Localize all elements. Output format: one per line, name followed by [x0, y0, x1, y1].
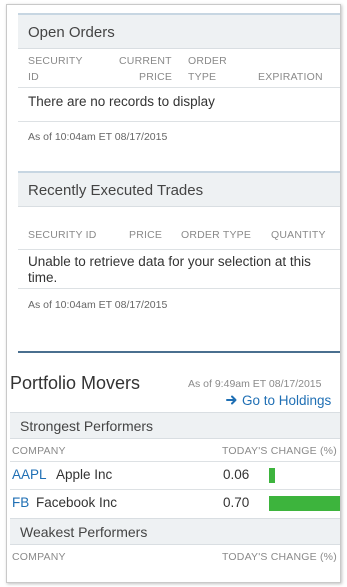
error-line-1: Unable to retrieve data for your selecti… [28, 254, 311, 269]
open-orders-title: Open Orders [18, 13, 340, 49]
table-row[interactable]: AAPL Apple Inc 0.06 [10, 462, 340, 489]
company-name: Facebook Inc [36, 495, 118, 510]
col-todays-change: TODAY'S CHANGE (%) [222, 551, 337, 563]
col-order-type: ORDER TYPE [181, 229, 252, 241]
company-name: Apple Inc [56, 467, 113, 482]
portfolio-movers-as-of: As of 9:49am ET 08/17/2015 [188, 378, 322, 390]
change-value: 0.06 [223, 467, 250, 482]
portfolio-movers-title: Portfolio Movers [10, 373, 141, 393]
col-id: ID [28, 71, 39, 83]
col-security: SECURITY [28, 55, 83, 67]
col-company: COMPANY [12, 445, 66, 457]
arrow-right-icon [226, 395, 237, 405]
go-to-holdings-label: Go to Holdings [242, 393, 332, 408]
recent-trades-title: Recently Executed Trades [18, 171, 340, 207]
col-todays-change: TODAY'S CHANGE (%) [222, 445, 337, 457]
col-expiration: EXPIRATION [258, 71, 323, 83]
error-line-2: time. [28, 270, 58, 285]
ticker-link[interactable]: AAPL [12, 467, 47, 482]
col-price: PRICE [139, 71, 173, 83]
col-current: CURRENT [119, 55, 172, 67]
change-bar [269, 496, 340, 511]
col-security-id: SECURITY ID [28, 229, 97, 241]
open-orders-panel: Open Orders SECURITY ID CURRENT PRICE OR… [18, 13, 340, 143]
col-type: TYPE [188, 71, 217, 83]
recent-trades-error-message: Unable to retrieve data for your selecti… [18, 250, 340, 288]
open-orders-column-headers: SECURITY ID CURRENT PRICE ORDER TYPE EXP… [18, 49, 340, 87]
col-price: PRICE [129, 229, 163, 241]
ticker-link[interactable]: FB [12, 495, 29, 510]
weakest-performers-title: Weakest Performers [10, 518, 340, 545]
strongest-performers-title: Strongest Performers [10, 412, 340, 439]
change-bar [269, 468, 275, 483]
strongest-column-headers: COMPANY TODAY'S CHANGE (%) [10, 439, 340, 461]
table-row[interactable]: FB Facebook Inc 0.70 [10, 490, 340, 517]
portfolio-movers-panel: Portfolio Movers As of 9:49am ET 08/17/2… [10, 351, 340, 582]
recent-trades-as-of: As of 10:04am ET 08/17/2015 [28, 299, 168, 311]
portfolio-movers-divider [18, 351, 340, 353]
col-company: COMPANY [12, 551, 66, 563]
recent-trades-panel: Recently Executed Trades SECURITY ID PRI… [18, 171, 340, 311]
open-orders-empty-message: There are no records to display [28, 94, 215, 109]
col-quantity: QUANTITY [271, 229, 326, 241]
weakest-column-headers: COMPANY TODAY'S CHANGE (%) [10, 545, 340, 567]
recent-trades-column-headers: SECURITY ID PRICE ORDER TYPE QUANTITY [18, 207, 340, 249]
go-to-holdings-link[interactable]: Go to Holdings [226, 393, 331, 408]
change-value: 0.70 [223, 495, 250, 510]
app-frame: Open Orders SECURITY ID CURRENT PRICE OR… [6, 4, 341, 583]
col-order: ORDER [188, 55, 227, 67]
open-orders-as-of: As of 10:04am ET 08/17/2015 [28, 131, 168, 143]
